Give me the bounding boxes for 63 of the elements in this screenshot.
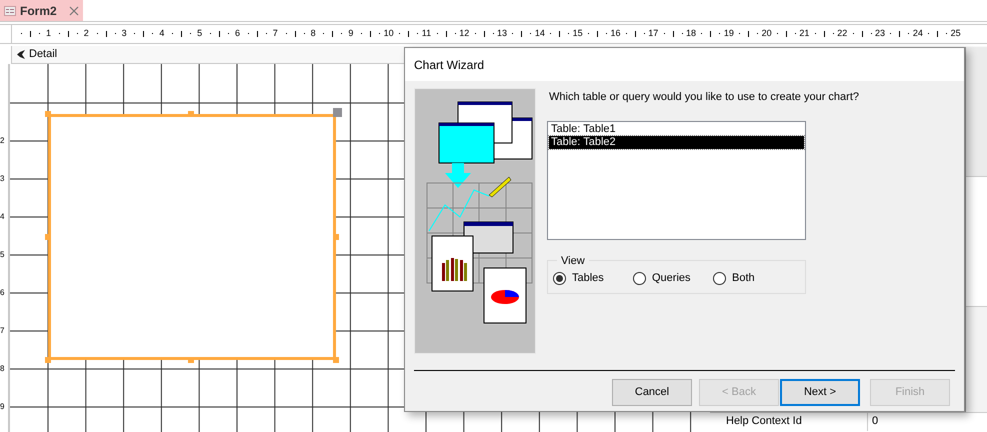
ruler-number: 23 [874, 27, 886, 40]
resize-handle[interactable] [45, 357, 51, 363]
resize-handle[interactable] [45, 234, 51, 240]
section-arrow-icon [17, 50, 25, 59]
chart-control-frame[interactable] [48, 114, 336, 360]
ruler-number: 5 [196, 27, 204, 40]
dialog-button[interactable]: Next > [780, 379, 860, 406]
form-icon [4, 6, 16, 16]
resize-handle[interactable] [333, 234, 339, 240]
ruler-number: 6 [0, 288, 4, 297]
ruler-number: 24 [912, 27, 924, 40]
radio-label: Queries [652, 271, 691, 286]
ruler-number: 18 [685, 27, 698, 40]
ruler-number: 16 [609, 27, 622, 40]
ruler-number: 7 [272, 27, 279, 40]
resize-handle[interactable] [188, 357, 194, 363]
section-title: Detail [29, 47, 58, 62]
ruler-number: 8 [310, 27, 317, 40]
radio-label: Both [732, 271, 755, 286]
move-handle[interactable] [333, 108, 342, 117]
ruler-number: 6 [234, 27, 241, 40]
ruler-number: 22 [836, 27, 848, 40]
radio-button[interactable] [553, 272, 566, 285]
ruler-number: 7 [0, 326, 4, 335]
tab-title: Form2 [20, 2, 57, 20]
dialog-button[interactable]: Cancel [612, 379, 692, 406]
ruler-number: 9 [0, 402, 4, 411]
list-item[interactable]: Table: Table2 [549, 136, 804, 148]
ruler-number: 3 [120, 27, 128, 40]
ruler-number: 5 [0, 250, 4, 259]
ruler-number: 12 [458, 27, 470, 40]
ruler-number: 10 [382, 27, 395, 40]
property-name: Help Context Id [710, 413, 868, 431]
ruler-number: 20 [760, 27, 773, 40]
ruler-number: 1 [44, 27, 52, 40]
prompt-text: Which table or query would you like to use to create your chart? [548, 90, 859, 105]
form-tab[interactable]: Form2 [0, 0, 83, 21]
ruler-number: 2 [82, 27, 90, 40]
ruler-number: 9 [347, 27, 354, 40]
group-title: View [560, 254, 586, 268]
ruler-number: 4 [158, 27, 166, 40]
ruler-number: 13 [496, 27, 508, 40]
window-title: Chart Wizard [414, 56, 484, 74]
ruler-number: 19 [722, 27, 735, 40]
ruler-number: 3 [0, 174, 4, 183]
ruler-number: 17 [647, 27, 660, 40]
radio-label: Tables [572, 271, 604, 286]
close-icon[interactable] [68, 6, 79, 16]
resize-handle[interactable] [333, 357, 339, 363]
ruler-number: 15 [572, 27, 584, 40]
radio-button[interactable] [633, 272, 646, 285]
ruler-number: 4 [0, 212, 4, 221]
radio-button[interactable] [713, 272, 726, 285]
table-list-box[interactable]: Table: Table1 Table: Table2 [547, 120, 806, 240]
property-value: 0 [871, 414, 878, 429]
resize-handle[interactable] [188, 111, 194, 117]
ruler-number: 14 [534, 27, 546, 40]
ruler-number: 21 [798, 27, 810, 40]
ruler-number: 25 [950, 27, 962, 40]
ruler-number: 2 [0, 136, 4, 145]
resize-handle[interactable] [45, 111, 51, 117]
ruler-number: 11 [420, 27, 432, 40]
ruler-number: 8 [0, 364, 4, 373]
